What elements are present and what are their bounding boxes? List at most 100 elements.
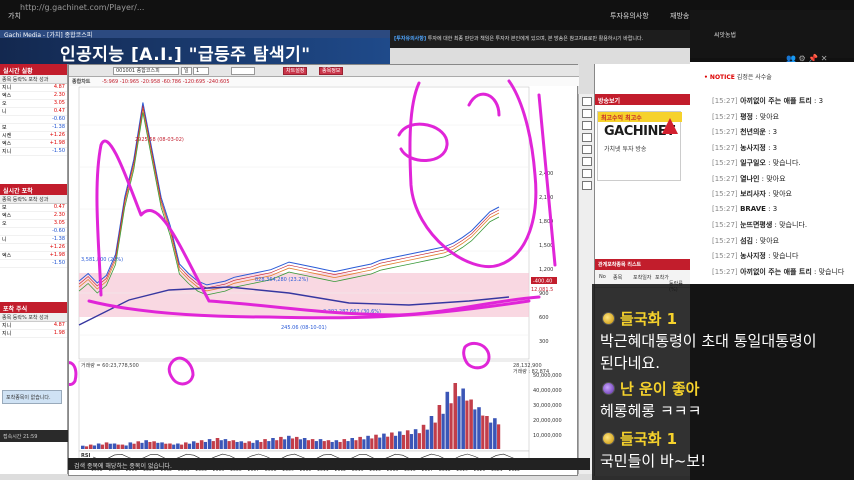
chat-user[interactable]: 보리사자 [738,190,766,198]
chat-line: [15:27] 일구일오 : 맞습니다. [712,158,801,168]
stock-row[interactable]: 보 -1.38 [0,124,67,132]
price-axis-label: 600 [539,315,549,321]
volume-bar [180,444,184,449]
volume-bar [314,441,318,449]
broadcast-title: 방송보기 [595,94,690,105]
chat-user[interactable]: 아끼없이 주는 애플 트리 [738,97,812,105]
volume-bar [152,441,156,449]
volume-bar [108,443,112,449]
stock-row[interactable]: 시켄 +1.26 [0,132,67,140]
trend-tool-icon[interactable] [582,109,592,118]
current-price-label: -400.40 [533,279,552,285]
chat-user[interactable]: 평정 [738,113,753,121]
price-axis-label: 1,200 [539,267,553,273]
stock-name: 엑스 [2,213,12,219]
stock-row[interactable]: 지니 4.87 [0,322,67,330]
stock-row[interactable]: 엑스 2.30 [0,92,67,100]
stock-row[interactable]: -1.50 [0,260,67,268]
chat-user[interactable]: 아끼없이 주는 애플 트리 [738,268,812,276]
volume-bar [497,424,501,449]
volume-bar [445,391,450,449]
volume-bar [298,439,303,449]
volume-bar [184,442,188,449]
stock-row[interactable]: -0.60 [0,228,67,236]
stock-row[interactable]: 지니 4.87 [0,84,67,92]
volume-bar [334,440,339,449]
stock-row[interactable]: 엑스 +1.98 [0,252,67,260]
volume-bar [104,442,109,449]
volume-bar [405,430,410,449]
stock-row[interactable]: 니 0.47 [0,108,67,116]
stock-change: +1.98 [49,252,65,258]
stock-name: 니 [2,109,7,115]
stock-name: 엑스 [2,93,12,99]
volume-bar [386,436,390,449]
line-tool-icon[interactable] [582,97,592,106]
volume-bar [195,442,200,449]
low-annotation: 245.06 (08-10-01) [281,325,327,331]
rebroadcast-link[interactable]: 재방송 [670,11,689,21]
watchlist-title: 관게포착종목 리스트 [595,259,691,270]
chat-time: [15:27] [712,97,738,105]
volume-bar [263,439,267,449]
volume-bar [481,415,485,449]
volume-bar [338,441,342,449]
text-tool-icon[interactable] [582,169,592,178]
overlay-chat-text: 된다네요. [600,354,660,372]
stock-row[interactable]: 지니 1.98 [0,330,67,338]
chat-text: : 3 [765,204,778,213]
stock-row[interactable]: -0.60 [0,116,67,124]
chat-user[interactable]: 열나인 [738,175,759,183]
volume-bar [231,440,236,449]
volume-bar [397,431,402,449]
section-stock-title: 포착 주식 [3,306,28,313]
chat-header: 씨앗농법 👥 ⚙ 📌 ✕ [690,10,854,63]
volume-bar [255,440,259,449]
invest-warning-link[interactable]: 투자유의사항 [610,11,649,21]
chat-user[interactable]: 눈뜨면평생 [738,221,772,229]
chat-time: [15:27] [712,128,738,136]
stock-change: -0.60 [52,116,65,122]
chat-user[interactable]: 천년의운 [738,128,766,136]
volume-bar [259,441,263,449]
volume-bar [211,441,215,449]
section-capture-columns: 종목 등락% 포착 성과 [0,195,67,204]
volume-bar [322,441,326,449]
circle-tool-icon[interactable] [582,145,592,154]
volume-bar [401,434,406,449]
stock-row[interactable]: 엑스 2.30 [0,212,67,220]
chat-line: [15:27] 섬김 : 맞아요 [712,236,779,246]
stock-name: 지니 [2,331,12,337]
section-capture-header: 실시간 포착 [0,184,67,195]
vertical-line-tool-icon[interactable] [582,133,592,142]
stock-change: -1.38 [52,236,65,242]
stock-row[interactable]: 엑스 +1.98 [0,140,67,148]
gachinet-ad[interactable]: 최고수익 최고수 GACHINET 가치넷 투자 방송 [597,111,682,181]
stock-row[interactable]: 지니 -1.50 [0,148,67,156]
chat-time: [15:27] [712,190,738,198]
stock-row[interactable]: +1.26 [0,244,67,252]
chat-text: : 맞아요 [752,112,780,121]
chat-user[interactable]: BRAVE [738,205,766,213]
stock-change: 2.30 [53,212,65,218]
stock-row[interactable]: 오 3.05 [0,220,67,228]
volume-bar [164,443,168,449]
chat-user[interactable]: 섬김 [738,237,753,245]
chat-user[interactable]: 농사지정 [738,144,766,152]
chat-user[interactable]: 일구일오 [738,159,766,167]
stock-row[interactable]: 오 3.05 [0,100,67,108]
volume-bar [318,439,323,449]
stock-row[interactable]: 보 0.47 [0,204,67,212]
rectangle-tool-icon[interactable] [582,157,592,166]
overlay-chat-box: 들국화 1 박근혜대통령이 초대 통일대통령이 된다네요. 난 운이 좋아 헤롱헤롱 ㅋ… [592,284,854,480]
stock-change: 0.47 [53,108,65,114]
stock-name: 엑스 [2,141,12,147]
horizontal-line-tool-icon[interactable] [582,121,592,130]
overlay-chat-user: 난 운이 좋아 [620,380,700,398]
magenta-stroke-annotation [537,93,557,267]
eraser-tool-icon[interactable] [582,181,592,190]
volume-bar [346,441,350,449]
volume-bar [116,444,120,449]
chat-user[interactable]: 농사지정 [738,252,766,260]
stock-row[interactable]: 니 -1.38 [0,236,67,244]
